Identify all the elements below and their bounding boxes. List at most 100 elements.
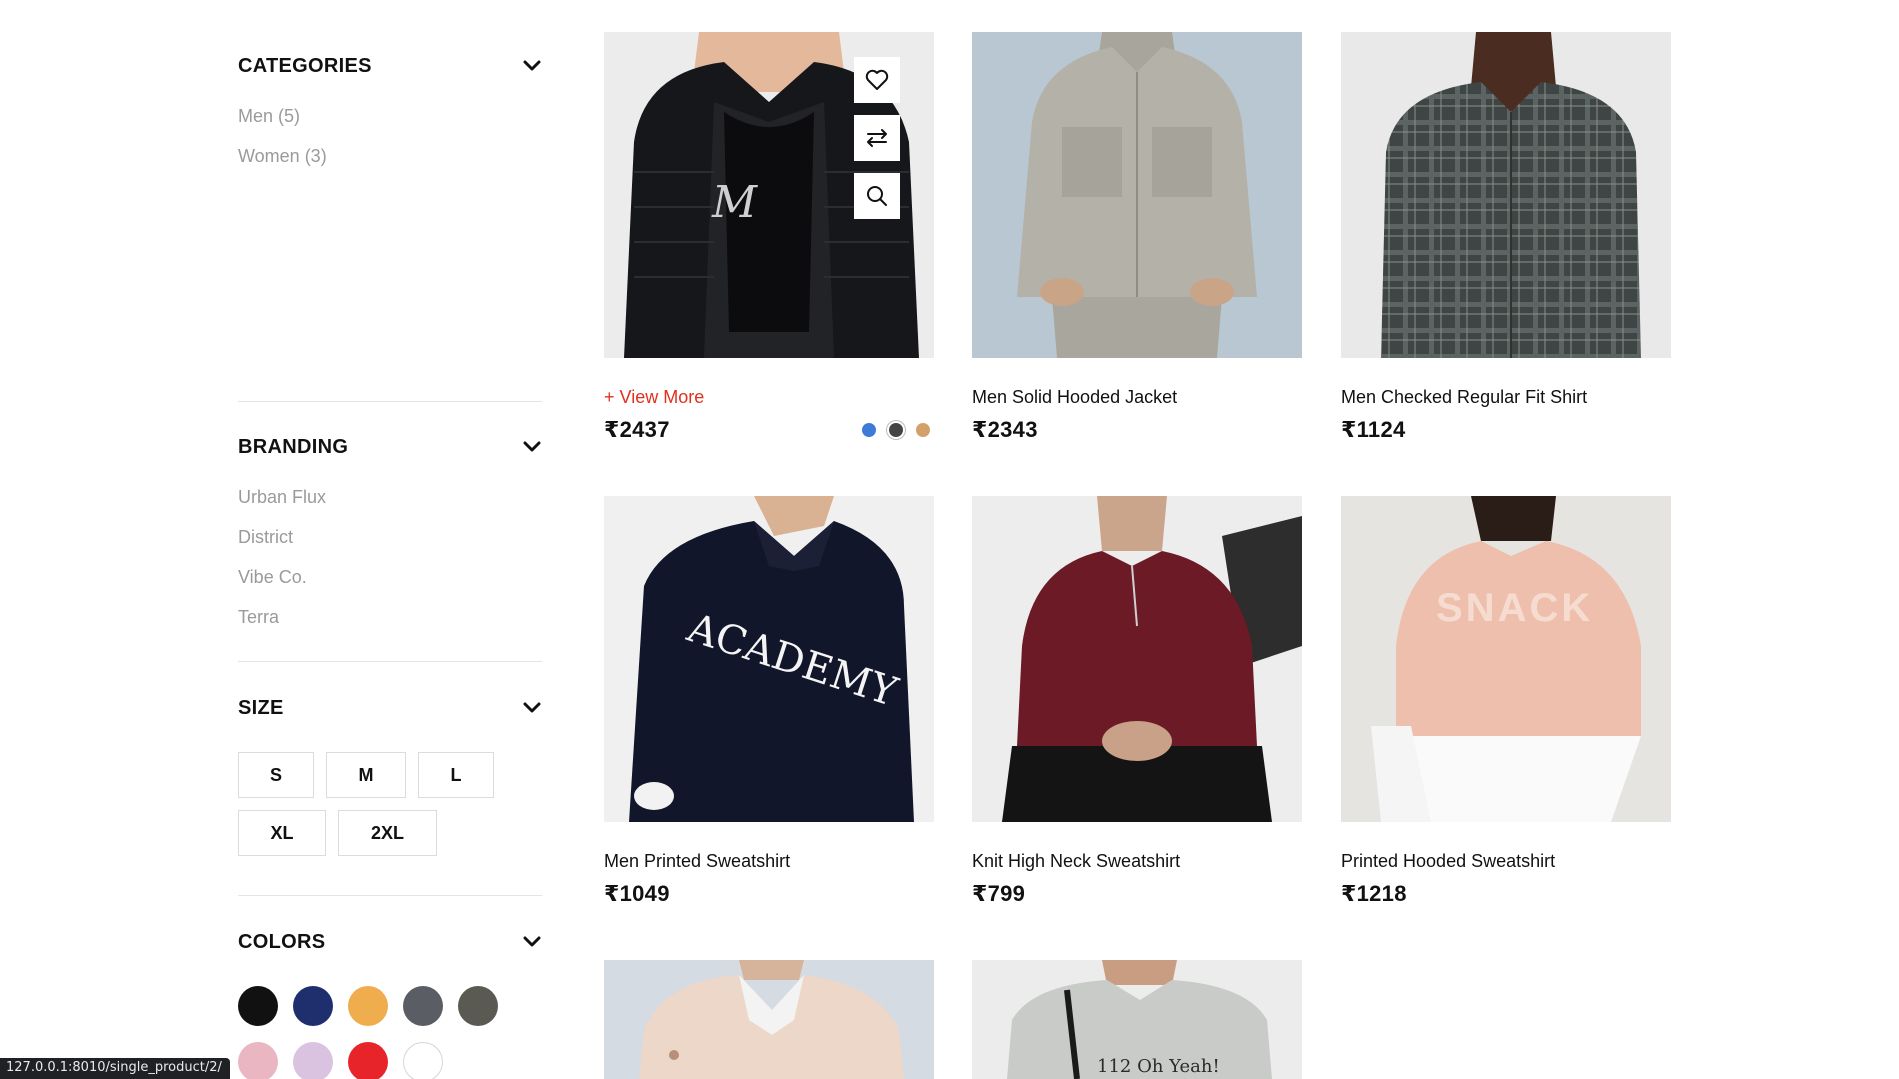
size-option-2xl[interactable]: 2XL xyxy=(338,810,437,856)
product-price: ₹2437 xyxy=(604,417,670,442)
product-image[interactable]: ACADEMY xyxy=(604,496,934,822)
colors-title: COLORS xyxy=(238,930,326,953)
color-option-dot[interactable] xyxy=(889,423,903,437)
svg-text:M: M xyxy=(711,177,758,228)
price-row: ₹1124 xyxy=(1341,417,1671,443)
color-swatch[interactable] xyxy=(238,986,278,1026)
branding-list: Urban Flux District Vibe Co. Terra xyxy=(238,477,542,637)
navy-academy-sweatshirt-image: ACADEMY xyxy=(604,496,934,822)
status-bar-url: 127.0.0.1:8010/single_product/2/ xyxy=(0,1058,230,1079)
category-item-women[interactable]: Women (3) xyxy=(238,136,542,176)
branding-header[interactable]: BRANDING xyxy=(238,433,542,461)
search-icon xyxy=(867,186,887,206)
checked-shirt-image xyxy=(1341,32,1671,358)
size-options: S M L XL 2XL xyxy=(238,752,542,868)
size-option-l[interactable]: L xyxy=(418,752,494,798)
categories-list: Men (5) Women (3) xyxy=(238,96,542,176)
product-image[interactable] xyxy=(1341,32,1671,358)
product-image[interactable] xyxy=(604,960,934,1079)
color-swatch[interactable] xyxy=(293,986,333,1026)
product-image[interactable]: SNACK xyxy=(1341,496,1671,822)
price-row: ₹1218 xyxy=(1341,881,1671,907)
product-image[interactable]: M xyxy=(604,32,934,358)
brand-item-vibe-co[interactable]: Vibe Co. xyxy=(238,557,542,597)
chevron-down-icon[interactable] xyxy=(522,701,542,715)
product-info: Printed Hooded Sweatshirt ₹1218 xyxy=(1341,851,1671,907)
color-option-dot[interactable] xyxy=(862,423,876,437)
colors-filter: COLORS xyxy=(238,928,542,1079)
product-price: ₹1218 xyxy=(1341,881,1407,906)
price-row: ₹2437 xyxy=(604,417,934,443)
pink-hooded-sweatshirt-image: SNACK xyxy=(1341,496,1671,822)
size-option-s[interactable]: S xyxy=(238,752,314,798)
chevron-down-icon[interactable] xyxy=(522,59,542,73)
price-row: ₹1049 xyxy=(604,881,934,907)
branding-filter: BRANDING Urban Flux District Vibe Co. Te… xyxy=(238,433,542,637)
product-card[interactable]: SNACK Printed Hooded Sweatshirt ₹1218 xyxy=(1341,496,1671,906)
wishlist-button[interactable] xyxy=(854,57,900,103)
product-card[interactable]: ACADEMY Men Printed Sweatshirt ₹1049 xyxy=(604,496,934,906)
divider xyxy=(238,661,542,662)
product-image[interactable] xyxy=(972,32,1302,358)
color-options xyxy=(849,423,930,437)
product-image[interactable]: 112 Oh Yeah! xyxy=(972,960,1302,1079)
size-option-xl[interactable]: XL xyxy=(238,810,326,856)
product-info: Knit High Neck Sweatshirt ₹799 xyxy=(972,851,1302,907)
view-more-link[interactable]: + View More xyxy=(604,387,934,411)
chevron-down-icon[interactable] xyxy=(522,440,542,454)
product-name[interactable]: Men Checked Regular Fit Shirt xyxy=(1341,387,1671,411)
branding-title: BRANDING xyxy=(238,435,349,458)
quick-view-button[interactable] xyxy=(854,173,900,219)
tshirt-print-text: 112 Oh Yeah! xyxy=(1097,1056,1220,1077)
product-actions xyxy=(854,57,900,231)
product-card[interactable]: Men Checked Regular Fit Shirt ₹1124 xyxy=(1341,32,1671,442)
compare-icon xyxy=(867,129,887,147)
product-price: ₹799 xyxy=(972,881,1026,906)
product-name[interactable]: Knit High Neck Sweatshirt xyxy=(972,851,1302,875)
color-option-dot[interactable] xyxy=(916,423,930,437)
product-price: ₹1049 xyxy=(604,881,670,906)
size-filter: SIZE S M L XL 2XL xyxy=(238,694,542,868)
heart-icon xyxy=(865,69,889,90)
colors-header[interactable]: COLORS xyxy=(238,928,542,956)
color-swatch[interactable] xyxy=(238,1042,278,1079)
chevron-down-icon[interactable] xyxy=(522,935,542,949)
color-swatch[interactable] xyxy=(458,986,498,1026)
product-card[interactable]: Men Solid Hooded Jacket ₹2343 xyxy=(972,32,1302,442)
brand-item-terra[interactable]: Terra xyxy=(238,597,542,637)
price-row: ₹2343 xyxy=(972,417,1302,443)
product-card[interactable] xyxy=(604,960,934,1079)
product-info: Men Solid Hooded Jacket ₹2343 xyxy=(972,387,1302,443)
maroon-knit-sweatshirt-image xyxy=(972,496,1302,822)
color-swatch[interactable] xyxy=(348,1042,388,1079)
category-item-men[interactable]: Men (5) xyxy=(238,96,542,136)
color-swatch[interactable] xyxy=(293,1042,333,1079)
product-card[interactable]: M + View More ₹2437 xyxy=(604,32,934,442)
product-card[interactable]: Knit High Neck Sweatshirt ₹799 xyxy=(972,496,1302,906)
size-option-m[interactable]: M xyxy=(326,752,406,798)
divider xyxy=(238,401,542,402)
categories-title: CATEGORIES xyxy=(238,54,372,77)
svg-text:SNACK: SNACK xyxy=(1436,586,1593,630)
color-swatch[interactable] xyxy=(348,986,388,1026)
grey-hooded-jacket-image xyxy=(972,32,1302,358)
size-header[interactable]: SIZE xyxy=(238,694,542,722)
product-card[interactable]: 112 Oh Yeah! xyxy=(972,960,1302,1079)
color-swatches xyxy=(238,986,542,1079)
product-name[interactable]: Men Solid Hooded Jacket xyxy=(972,387,1302,411)
pink-biker-jacket-image xyxy=(604,960,934,1079)
brand-item-district[interactable]: District xyxy=(238,517,542,557)
product-info: + View More ₹2437 xyxy=(604,387,934,443)
product-name[interactable]: Men Printed Sweatshirt xyxy=(604,851,934,875)
categories-filter: CATEGORIES Men (5) Women (3) xyxy=(238,52,542,176)
size-title: SIZE xyxy=(238,696,284,719)
color-swatch[interactable] xyxy=(403,1042,443,1079)
product-image[interactable] xyxy=(972,496,1302,822)
product-info: Men Checked Regular Fit Shirt ₹1124 xyxy=(1341,387,1671,443)
brand-item-urban-flux[interactable]: Urban Flux xyxy=(238,477,542,517)
categories-header[interactable]: CATEGORIES xyxy=(238,52,542,80)
product-name[interactable]: Printed Hooded Sweatshirt xyxy=(1341,851,1671,875)
product-price: ₹2343 xyxy=(972,417,1038,442)
color-swatch[interactable] xyxy=(403,986,443,1026)
compare-button[interactable] xyxy=(854,115,900,161)
